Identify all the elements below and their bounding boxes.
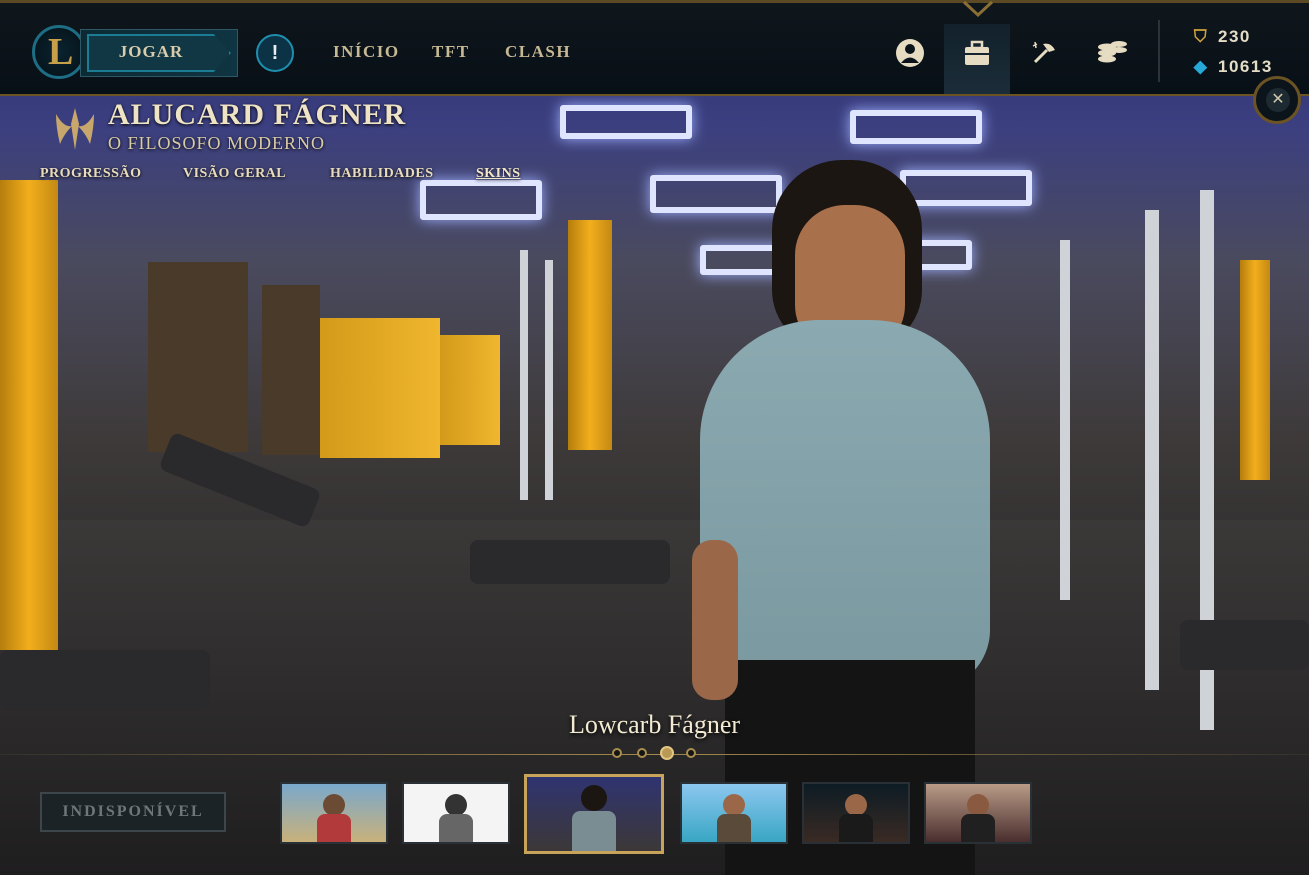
top-navigation-bar: L JOGAR ! INÍCIO TFT CLASH ⛉ 230 ◆ 10613	[0, 0, 1309, 96]
tab-skins[interactable]: SKINS	[476, 166, 521, 182]
unavailable-button[interactable]: INDISPONÍVEL	[40, 792, 226, 832]
riot-points-icon: ⛉	[1193, 27, 1209, 46]
nav-tft[interactable]: TFT	[432, 42, 470, 62]
close-button[interactable]: ✕	[1253, 76, 1301, 124]
skin-thumbnail[interactable]	[680, 782, 788, 844]
blue-essence-balance[interactable]: ◆ 10613	[1190, 57, 1273, 77]
profile-icon[interactable]	[884, 24, 936, 80]
champion-title: O FILOSOFO MODERNO	[108, 133, 326, 153]
crafting-icon[interactable]	[1018, 24, 1070, 80]
skin-dot-active[interactable]	[660, 746, 674, 760]
carousel-divider	[0, 754, 1309, 755]
skin-thumbnail-selected[interactable]	[524, 774, 664, 854]
blue-essence-icon: ◆	[1193, 57, 1209, 76]
skin-thumbnail[interactable]	[802, 782, 910, 844]
tab-abilities[interactable]: HABILIDADES	[330, 166, 434, 182]
skin-dot[interactable]	[637, 748, 647, 758]
skin-dot[interactable]	[686, 748, 696, 758]
tab-overview[interactable]: VISÃO GERAL	[183, 166, 286, 182]
nav-clash[interactable]: CLASH	[505, 42, 571, 62]
play-button[interactable]: JOGAR	[80, 29, 238, 77]
champion-name: ALUCARD FÁGNER	[108, 98, 407, 131]
league-logo-icon[interactable]: L	[32, 25, 86, 79]
active-indicator-chevron-icon	[962, 0, 994, 18]
riot-points-balance[interactable]: ⛉ 230	[1190, 27, 1251, 47]
play-button-label: JOGAR	[118, 42, 184, 61]
nav-home[interactable]: INÍCIO	[333, 42, 400, 62]
skin-thumbnail[interactable]	[924, 782, 1032, 844]
skin-name: Lowcarb Fágner	[568, 710, 741, 739]
collection-icon[interactable]	[944, 24, 1010, 94]
topbar-divider	[1158, 20, 1160, 82]
skin-dot[interactable]	[612, 748, 622, 758]
close-icon: ✕	[1266, 88, 1290, 112]
alert-icon[interactable]: !	[256, 34, 294, 72]
tab-progression[interactable]: PROGRESSÃO	[40, 166, 141, 182]
blue-essence-value: 10613	[1218, 57, 1273, 76]
riot-points-value: 230	[1218, 27, 1251, 46]
skin-thumbnail[interactable]	[402, 782, 510, 844]
champion-class-icon	[52, 104, 98, 154]
skin-thumbnail[interactable]	[280, 782, 388, 844]
store-icon[interactable]	[1086, 24, 1138, 80]
